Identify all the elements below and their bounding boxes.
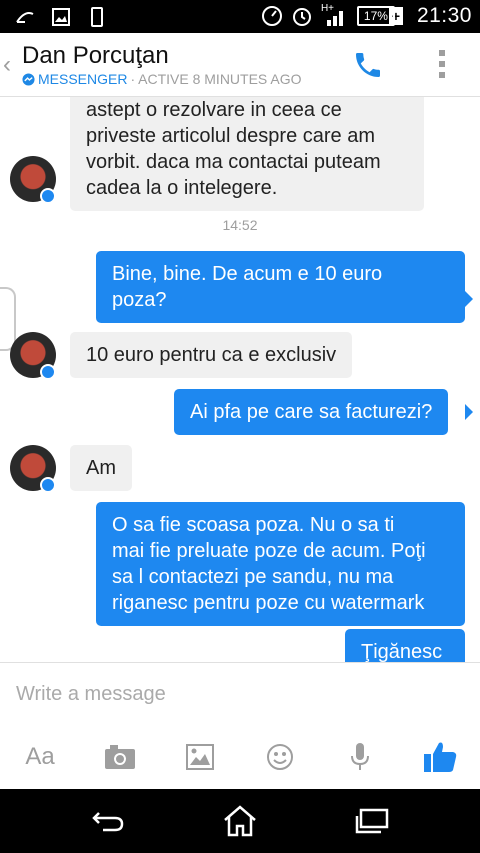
message-line: O sa fie scoasa poza. Nu o sa ti: [112, 514, 395, 536]
image-icon[interactable]: [180, 737, 220, 777]
timestamp: 14:52: [222, 217, 258, 233]
navigation-bar: [0, 789, 480, 853]
launcher-icon: [14, 6, 36, 28]
contact-name[interactable]: Dan Porcuţan: [22, 42, 169, 70]
incoming-message[interactable]: 10 euro pentru ca e exclusiv: [70, 332, 353, 378]
messenger-badge-icon: [40, 477, 56, 493]
message-line: cadea la o intelegere.: [86, 177, 278, 199]
outgoing-message[interactable]: Bine, bine. De acum e 10 euro poza?: [96, 251, 465, 323]
message-line: vorbit. daca ma contactai puteam: [86, 151, 381, 173]
alarm-icon: [291, 5, 313, 27]
text-format-label: Aa: [25, 743, 55, 770]
active-status: ACTIVE 8 MINUTES AGO: [138, 71, 302, 87]
camera-icon[interactable]: [100, 737, 140, 777]
presence-line: MESSENGER · ACTIVE 8 MINUTES AGO: [22, 71, 302, 87]
recent-apps-icon[interactable]: [352, 803, 392, 839]
call-button[interactable]: [352, 49, 384, 81]
message-line: Am: [86, 457, 116, 479]
message-line: priveste articolul despre care am: [86, 125, 376, 147]
bubble-tail: [465, 291, 473, 307]
bubble-tail: [465, 404, 473, 420]
message-line: mai fie preluate poze de acum. Poţi: [112, 540, 426, 562]
messenger-badge-icon: [40, 364, 56, 380]
gallery-icon: [50, 6, 72, 28]
messenger-badge-icon: [40, 188, 56, 204]
chevron-left-icon[interactable]: ‹: [3, 51, 11, 79]
messenger-icon: [22, 72, 35, 86]
clock: 21:30: [416, 4, 472, 27]
more-vert-icon[interactable]: [436, 47, 448, 81]
outgoing-message[interactable]: Ţigănesc: [345, 629, 465, 662]
chat-header: ‹ Dan Porcuţan MESSENGER · ACTIVE 8 MINU…: [0, 33, 480, 97]
emoji-icon[interactable]: [260, 737, 300, 777]
composer-toolbar: Aa: [0, 737, 480, 777]
signal-icon: H+: [320, 3, 349, 27]
message-line: riganesc pentru poze cu watermark: [112, 592, 425, 614]
text-format-icon[interactable]: Aa: [20, 737, 60, 777]
separator-dot: ·: [130, 71, 136, 87]
outgoing-message[interactable]: O sa fie scoasa poza. Nu o sa ti mai fie…: [96, 502, 465, 626]
phone-icon: [356, 53, 380, 77]
message-line: Bine, bine. De acum e 10 euro: [112, 263, 383, 285]
incoming-message[interactable]: astept o rezolvare in ceea ce priveste a…: [70, 97, 424, 211]
microphone-icon[interactable]: [340, 737, 380, 777]
message-line: sa l contactezi pe sandu, nu ma: [112, 566, 394, 588]
phone-icon: [86, 6, 108, 28]
status-bar: H+ 17% + 21:30: [0, 0, 480, 33]
message-list[interactable]: astept o rezolvare in ceea ce priveste a…: [0, 97, 480, 662]
outgoing-message[interactable]: Ai pfa pe care sa facturezi?: [174, 389, 449, 435]
message-line: 10 euro pentru ca e exclusiv: [86, 344, 337, 366]
message-line: poza?: [112, 289, 167, 311]
message-line: Ai pfa pe care sa facturezi?: [190, 401, 433, 423]
like-icon[interactable]: [420, 737, 460, 777]
incoming-message[interactable]: Am: [70, 445, 132, 491]
message-input[interactable]: Write a message: [16, 683, 166, 706]
battery-level: 17%: [363, 9, 388, 23]
home-icon[interactable]: [220, 803, 260, 839]
network-type: H+: [320, 3, 334, 14]
composer: Write a message Aa: [0, 662, 480, 789]
speed-icon: [261, 5, 283, 27]
messenger-label: MESSENGER: [38, 71, 128, 87]
battery-icon: 17%: [356, 6, 395, 26]
message-line: astept o rezolvare in ceea ce: [86, 99, 342, 121]
back-icon[interactable]: [88, 803, 128, 839]
message-line: Ţigănesc: [361, 641, 443, 662]
